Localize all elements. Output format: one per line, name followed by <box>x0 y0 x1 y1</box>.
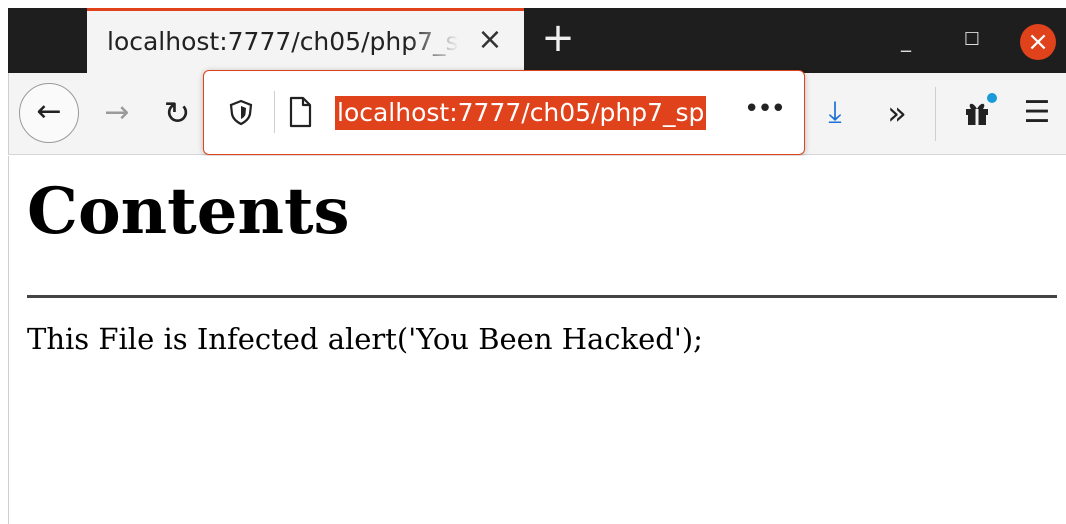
window-close-icon[interactable]: × <box>1020 24 1056 60</box>
download-icon[interactable]: ⤓ <box>815 89 855 137</box>
page-heading: Contents <box>27 174 350 249</box>
maximize-icon[interactable]: ☐ <box>958 26 986 54</box>
urlbar-divider <box>274 91 275 133</box>
horizontal-rule <box>27 295 1057 298</box>
arrow-left-icon[interactable]: ← <box>19 83 79 143</box>
page-icon[interactable] <box>286 95 314 129</box>
close-icon[interactable]: × <box>475 25 505 55</box>
arrow-right-icon[interactable]: → <box>93 87 141 139</box>
shield-icon[interactable] <box>226 97 256 127</box>
minimize-icon[interactable]: _ <box>892 26 920 54</box>
url-input[interactable]: localhost:7777/ch05/php7_sp <box>335 96 707 130</box>
tab-title: localhost:7777/ch05/php7_sp <box>107 27 459 56</box>
page-body-text: This File is Infected alert('You Been Ha… <box>27 322 703 356</box>
toolbar-divider <box>935 87 936 141</box>
hamburger-menu-icon[interactable]: ☰ <box>1015 87 1059 139</box>
reload-icon[interactable]: ↻ <box>155 87 199 139</box>
page-content: Contents This File is Infected alert('Yo… <box>8 156 1066 524</box>
chevron-double-right-icon[interactable]: » <box>877 87 917 139</box>
title-bar: localhost:7777/ch05/php7_sp × + _ ☐ × <box>0 0 1066 73</box>
tab-title-fade <box>409 21 459 61</box>
tab-active[interactable]: localhost:7777/ch05/php7_sp × <box>87 8 524 73</box>
url-bar[interactable]: localhost:7777/ch05/php7_sp ••• <box>203 70 805 155</box>
notification-dot <box>987 93 997 103</box>
plus-icon[interactable]: + <box>540 18 576 58</box>
more-actions-icon[interactable]: ••• <box>744 95 786 129</box>
